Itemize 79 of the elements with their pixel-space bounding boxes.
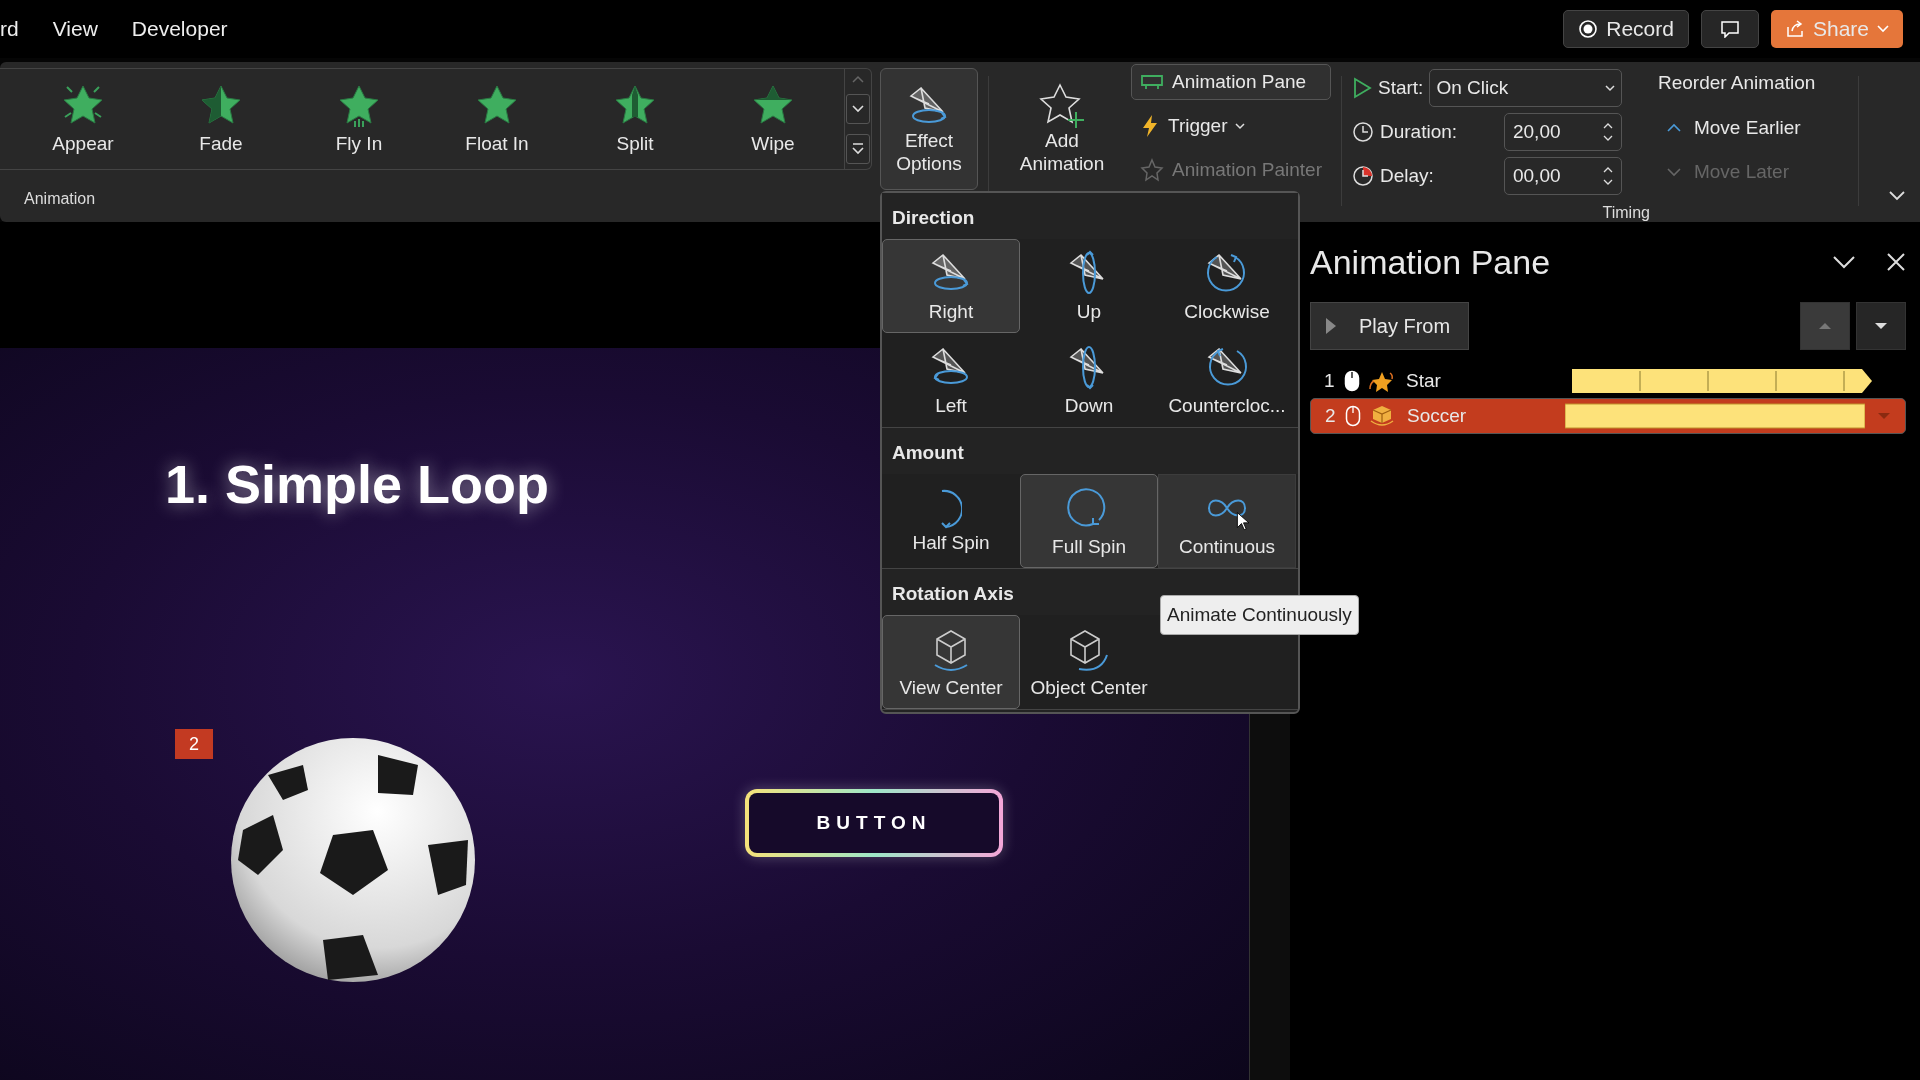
spinning-cube-icon [1369, 404, 1395, 428]
effect-option[interactable]: Clockwise [1158, 239, 1296, 333]
triangle-down-icon [1874, 322, 1888, 330]
play-from-button[interactable]: Play From [1310, 302, 1470, 350]
effect-option[interactable]: Full Spin [1020, 474, 1158, 568]
delay-clock-icon [1351, 165, 1374, 187]
animation-number-badge: 2 [175, 729, 213, 759]
ribbon-tab[interactable]: Developer [131, 17, 244, 41]
record-button[interactable]: Record [1563, 10, 1689, 48]
record-icon [1578, 19, 1599, 39]
ribbon-tab[interactable]: View [52, 17, 114, 41]
ribbon-tab[interactable]: rd [0, 17, 35, 41]
item-number: 1 [1324, 370, 1336, 392]
effect-option[interactable]: Left [882, 333, 1020, 427]
caret-icon [1235, 122, 1246, 130]
delay-label: Delay: [1379, 165, 1434, 187]
effect-option[interactable]: Down [1020, 333, 1158, 427]
item-name: Soccer [1407, 405, 1467, 427]
collapse-ribbon-icon[interactable] [1888, 190, 1906, 202]
spin-arrows-icon [1602, 166, 1613, 186]
group-label: Animation [23, 189, 97, 208]
share-icon [1784, 19, 1805, 39]
duration-label: Duration: [1379, 121, 1458, 143]
add-animation-button[interactable]: Add Animation [999, 68, 1125, 190]
animation-gallery-item[interactable]: Fade [152, 69, 290, 169]
play-icon [1351, 77, 1372, 99]
animation-list-item[interactable]: 1 Star [1310, 364, 1906, 398]
mouse-pointer-icon [1236, 511, 1251, 532]
animation-gallery-item[interactable]: Float In [428, 69, 566, 169]
chevron-down-icon[interactable] [1832, 255, 1856, 269]
caret-icon [1877, 25, 1889, 33]
spinning-star-icon [1368, 369, 1394, 393]
start-label: Start: [1377, 77, 1424, 99]
scroll-down-icon[interactable] [846, 94, 870, 124]
mouse-icon [1344, 370, 1360, 392]
more-icon[interactable] [846, 134, 870, 164]
reorder-title: Reorder Animation [1657, 72, 1817, 95]
chevron-down-icon [1665, 167, 1682, 177]
close-icon[interactable] [1886, 252, 1906, 272]
animation-gallery-item[interactable]: Split [566, 69, 704, 169]
delay-spinner[interactable]: 00,00 [1503, 157, 1622, 195]
animation-gallery-item[interactable]: Wipe [704, 69, 842, 169]
half-spin-icon [940, 488, 962, 530]
animation-gallery-item[interactable]: Fly In [290, 69, 428, 169]
mouse-icon [1345, 405, 1361, 427]
animation-list-item[interactable]: 2 Soccer [1310, 398, 1906, 434]
caret-icon [1604, 84, 1615, 92]
group-label: Timing [1602, 204, 1650, 222]
clock-icon [1351, 121, 1374, 143]
scroll-up-icon[interactable] [851, 74, 865, 84]
play-icon [1325, 317, 1337, 335]
lightning-icon [1140, 114, 1160, 138]
pane-icon [1140, 73, 1164, 91]
animation-pane-button[interactable]: Animation Pane [1131, 64, 1331, 100]
start-dropdown[interactable]: On Click [1429, 69, 1622, 107]
effect-option[interactable]: Half Spin [882, 474, 1020, 568]
effect-options-button[interactable]: Effect Options [880, 68, 978, 190]
item-name: Star [1406, 370, 1441, 392]
item-number: 2 [1325, 405, 1337, 427]
star-brush-icon [1140, 158, 1164, 182]
pane-title: Animation Pane [1310, 242, 1552, 282]
spin-arrows-icon [1602, 122, 1613, 142]
comment-icon [1719, 20, 1740, 38]
move-earlier-button[interactable]: Move Earlier [1657, 108, 1848, 148]
effect-option[interactable]: Object Center [1020, 615, 1158, 709]
effect-option[interactable]: Countercloc... [1158, 333, 1296, 427]
animation-gallery-item[interactable]: Appear [14, 69, 152, 169]
star-icon [337, 83, 381, 129]
duration-spinner[interactable]: 20,00 [1503, 113, 1622, 151]
triangle-up-icon [1818, 322, 1832, 330]
tooltip: Animate Continuously [1160, 595, 1359, 635]
chevron-up-icon [1665, 123, 1682, 133]
effect-option[interactable]: Right [882, 239, 1020, 333]
effect-option[interactable]: Up [1020, 239, 1158, 333]
slide-title: 1. Simple Loop [165, 453, 550, 515]
effect-option[interactable]: Continuous [1158, 474, 1296, 568]
comments-button[interactable] [1700, 10, 1759, 48]
trigger-button[interactable]: Trigger [1131, 108, 1331, 144]
effect-option[interactable]: View Center [882, 615, 1020, 709]
